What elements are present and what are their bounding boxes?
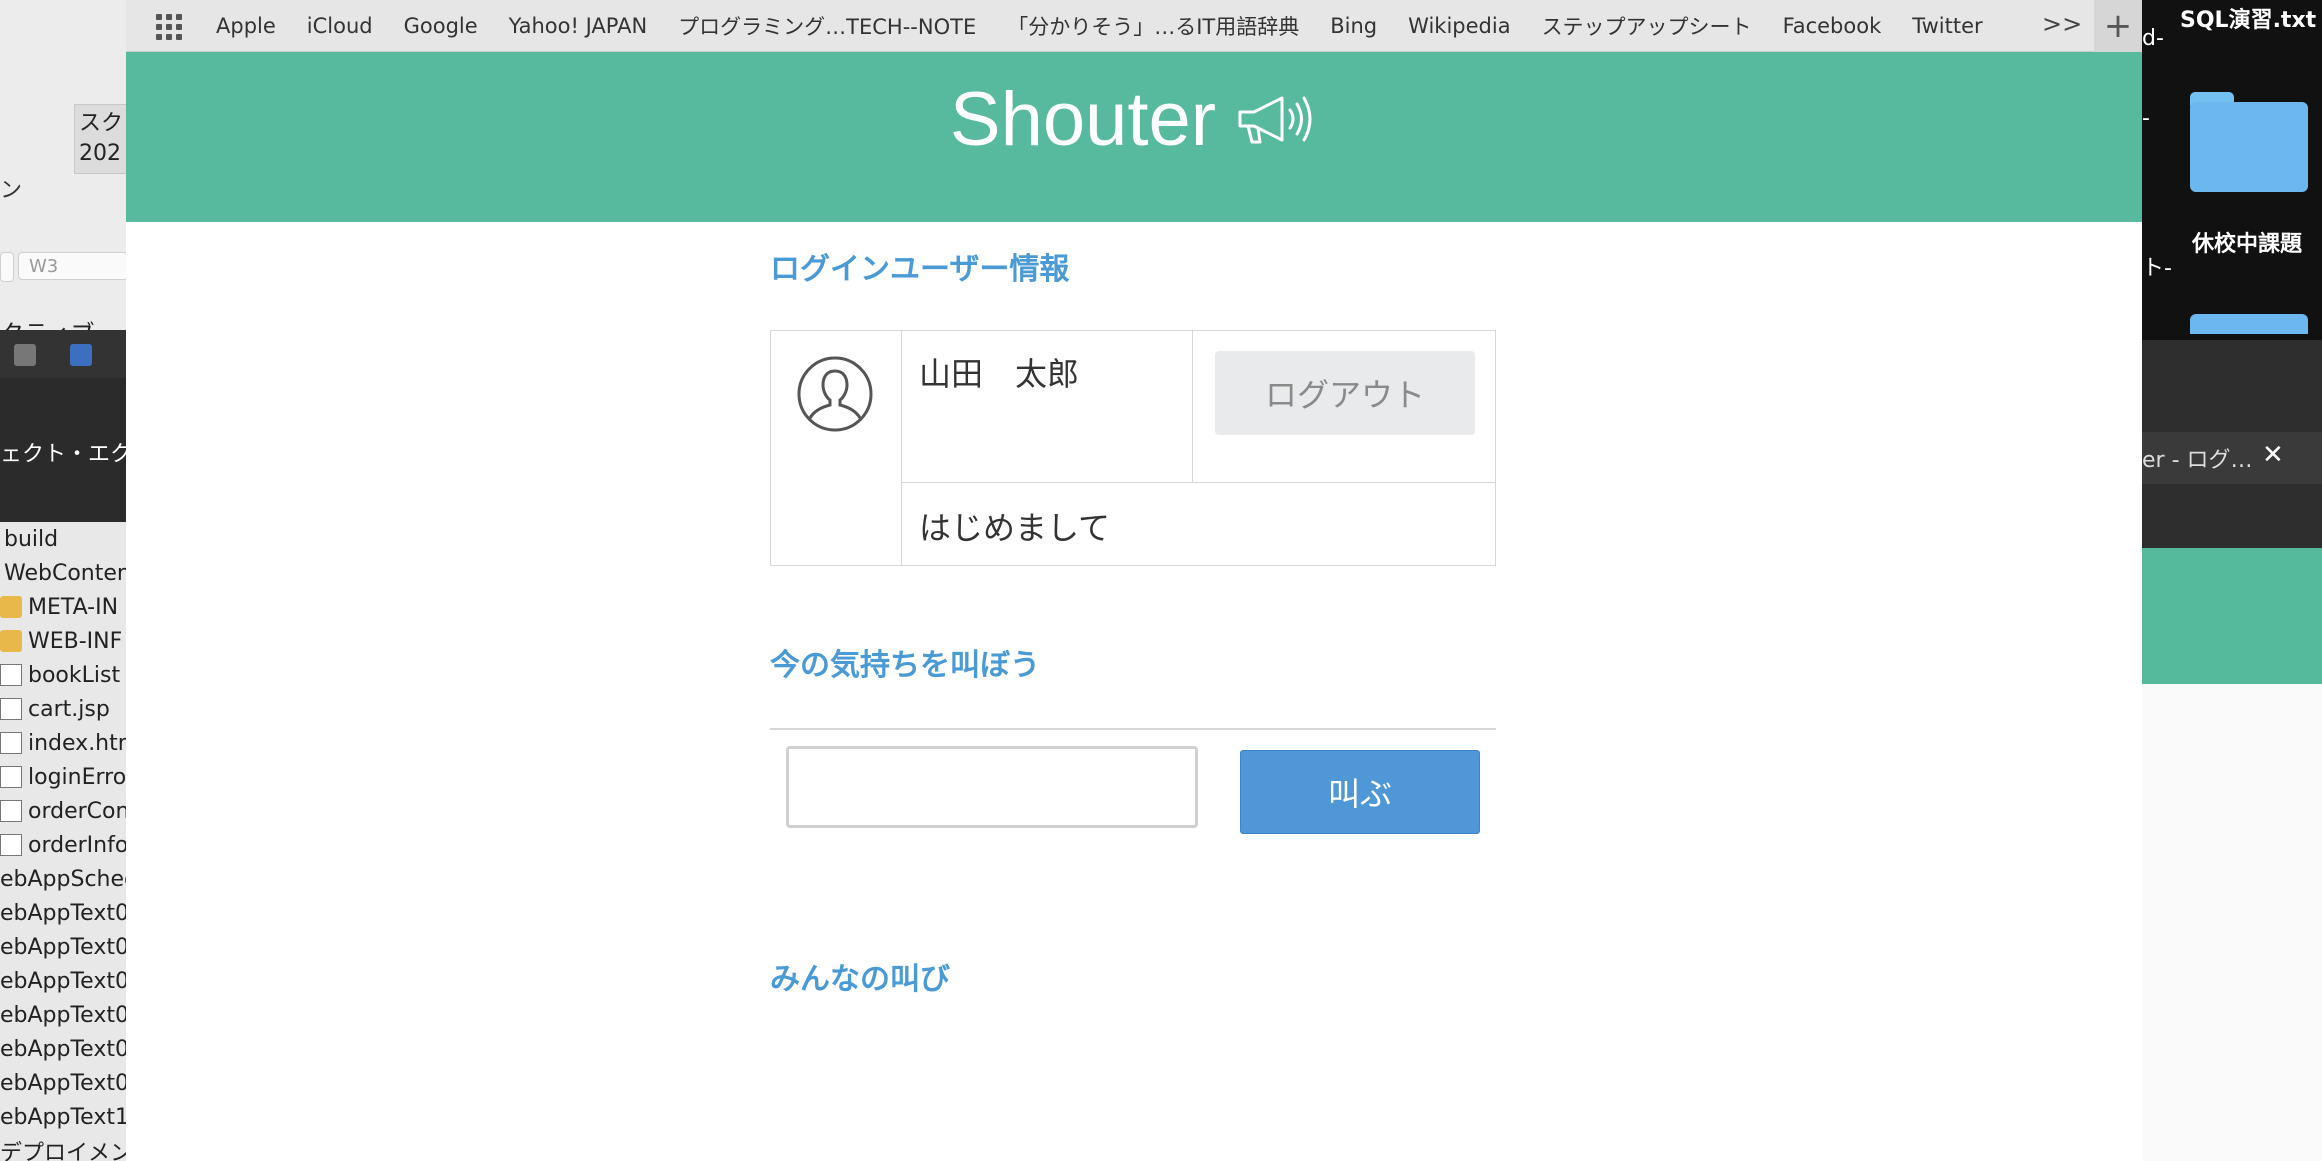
shout-section-title: 今の気持ちを叫ぼう bbox=[770, 648, 1040, 683]
user-name: 山田 太郎 bbox=[901, 331, 1193, 483]
background-page-body bbox=[2142, 684, 2322, 1161]
bookmark-wikipedia[interactable]: Wikipedia bbox=[1408, 14, 1510, 38]
tree-item[interactable]: bookList bbox=[0, 658, 120, 692]
project-explorer-title[interactable]: ェクト・エク bbox=[0, 436, 126, 468]
tree-item[interactable]: META-IN bbox=[0, 590, 118, 624]
tree-item[interactable]: ebAppText09 bbox=[0, 1066, 126, 1100]
app-logo[interactable]: Shouter bbox=[126, 76, 2142, 163]
more-bookmarks-button[interactable]: >> bbox=[2042, 10, 2082, 38]
ide-toolbar bbox=[0, 330, 126, 378]
bookmarks-bar: Apple iCloud Google Yahoo! JAPAN プログラミング… bbox=[126, 0, 2142, 52]
tree-item[interactable]: orderInfo bbox=[0, 828, 126, 862]
view-menu-icon[interactable] bbox=[70, 344, 92, 366]
tree-item[interactable]: loginErro bbox=[0, 760, 126, 794]
new-tab-button[interactable]: + bbox=[2094, 0, 2142, 52]
bookmark-twitter[interactable]: Twitter bbox=[1912, 14, 1982, 38]
app-header: Shouter bbox=[126, 52, 2142, 222]
logout-cell: ログアウト bbox=[1193, 331, 1495, 483]
folder-icon bbox=[0, 630, 22, 652]
bookmark-facebook[interactable]: Facebook bbox=[1783, 14, 1882, 38]
tree-item[interactable]: デプロイメン bbox=[0, 1134, 126, 1161]
desktop-fragment: d- bbox=[2142, 26, 2164, 51]
user-info-table: 山田 太郎 ログアウト はじめまして bbox=[770, 330, 1496, 566]
bookmark-apple[interactable]: Apple bbox=[216, 14, 276, 38]
user-avatar-icon bbox=[797, 356, 873, 432]
mini-field-left bbox=[0, 252, 14, 282]
tree-item[interactable]: WebConten bbox=[0, 556, 126, 590]
desktop-folder-icon[interactable] bbox=[2190, 314, 2308, 334]
mini-field[interactable]: W3 bbox=[18, 252, 126, 280]
bookmark-tech-note[interactable]: プログラミング…TECH--NOTE bbox=[678, 11, 976, 41]
bookmark-icloud[interactable]: iCloud bbox=[307, 14, 373, 38]
tree-item[interactable]: index.htm bbox=[0, 726, 126, 760]
logout-button[interactable]: ログアウト bbox=[1215, 351, 1475, 435]
project-tree: build WebConten META-IN WEB-INF bookList… bbox=[0, 522, 126, 1161]
bookmarks-list: Apple iCloud Google Yahoo! JAPAN プログラミング… bbox=[216, 0, 2014, 52]
tree-item[interactable]: ebAppText04 bbox=[0, 896, 126, 930]
browser-window: Apple iCloud Google Yahoo! JAPAN プログラミング… bbox=[126, 0, 2142, 1161]
apps-grid-icon[interactable] bbox=[156, 14, 186, 40]
desktop-fragment: ト- bbox=[2142, 256, 2172, 281]
tree-item[interactable]: ebAppText06 bbox=[0, 964, 126, 998]
login-info-title: ログインユーザー情報 bbox=[770, 252, 1070, 287]
collapse-icon[interactable] bbox=[14, 344, 36, 366]
tree-item[interactable]: WEB-INF bbox=[0, 624, 122, 658]
desktop-fragment: - bbox=[2142, 106, 2150, 131]
file-icon bbox=[0, 732, 22, 754]
left-stub-text: ン bbox=[0, 178, 23, 203]
feed-section-title: みんなの叫び bbox=[770, 962, 950, 997]
tree-item[interactable]: ebAppText11 bbox=[0, 1100, 126, 1134]
folder-icon bbox=[0, 596, 22, 618]
file-icon bbox=[0, 766, 22, 788]
tree-item[interactable]: orderCon bbox=[0, 794, 126, 828]
close-icon[interactable]: ✕ bbox=[2262, 440, 2284, 470]
tree-item[interactable]: ebAppText08 bbox=[0, 1032, 126, 1066]
background-tab-label[interactable]: er - ログ… bbox=[2142, 442, 2253, 474]
background-page-header bbox=[2142, 548, 2322, 684]
avatar-cell bbox=[771, 331, 902, 565]
tree-item[interactable]: cart.jsp bbox=[0, 692, 110, 726]
user-greeting: はじめまして bbox=[919, 509, 1111, 547]
app-title: Shouter bbox=[949, 77, 1217, 162]
background-left-window: スク 202 ン W3 タティブ ェクト・エク build WebConten … bbox=[0, 0, 126, 1161]
desktop-file-label[interactable]: SQL演習.txt bbox=[2180, 2, 2316, 34]
section-divider bbox=[770, 728, 1496, 730]
megaphone-icon bbox=[1238, 96, 1312, 143]
bookmark-bing[interactable]: Bing bbox=[1330, 14, 1377, 38]
tree-item[interactable]: ebAppSched bbox=[0, 862, 126, 896]
bookmark-yahoo-japan[interactable]: Yahoo! JAPAN bbox=[509, 14, 648, 38]
desktop-folder-icon[interactable] bbox=[2190, 92, 2308, 192]
tree-item[interactable]: build bbox=[0, 522, 58, 556]
file-icon bbox=[0, 800, 22, 822]
shout-button[interactable]: 叫ぶ bbox=[1240, 750, 1480, 834]
bookmark-step-up-sheet[interactable]: ステップアップシート bbox=[1542, 11, 1752, 41]
file-icon bbox=[0, 834, 22, 856]
desktop-folder-label[interactable]: 休校中課題 bbox=[2192, 226, 2302, 258]
desktop-file-card: スク 202 bbox=[74, 104, 126, 174]
tree-item[interactable]: ebAppText05 bbox=[0, 930, 126, 964]
bookmark-it-dictionary[interactable]: 「分かりそう」…るIT用語辞典 bbox=[1007, 11, 1299, 41]
file-icon bbox=[0, 698, 22, 720]
bookmark-google[interactable]: Google bbox=[404, 14, 478, 38]
file-icon bbox=[0, 664, 22, 686]
shout-input[interactable] bbox=[786, 746, 1198, 828]
tree-item[interactable]: ebAppText07 bbox=[0, 998, 126, 1032]
